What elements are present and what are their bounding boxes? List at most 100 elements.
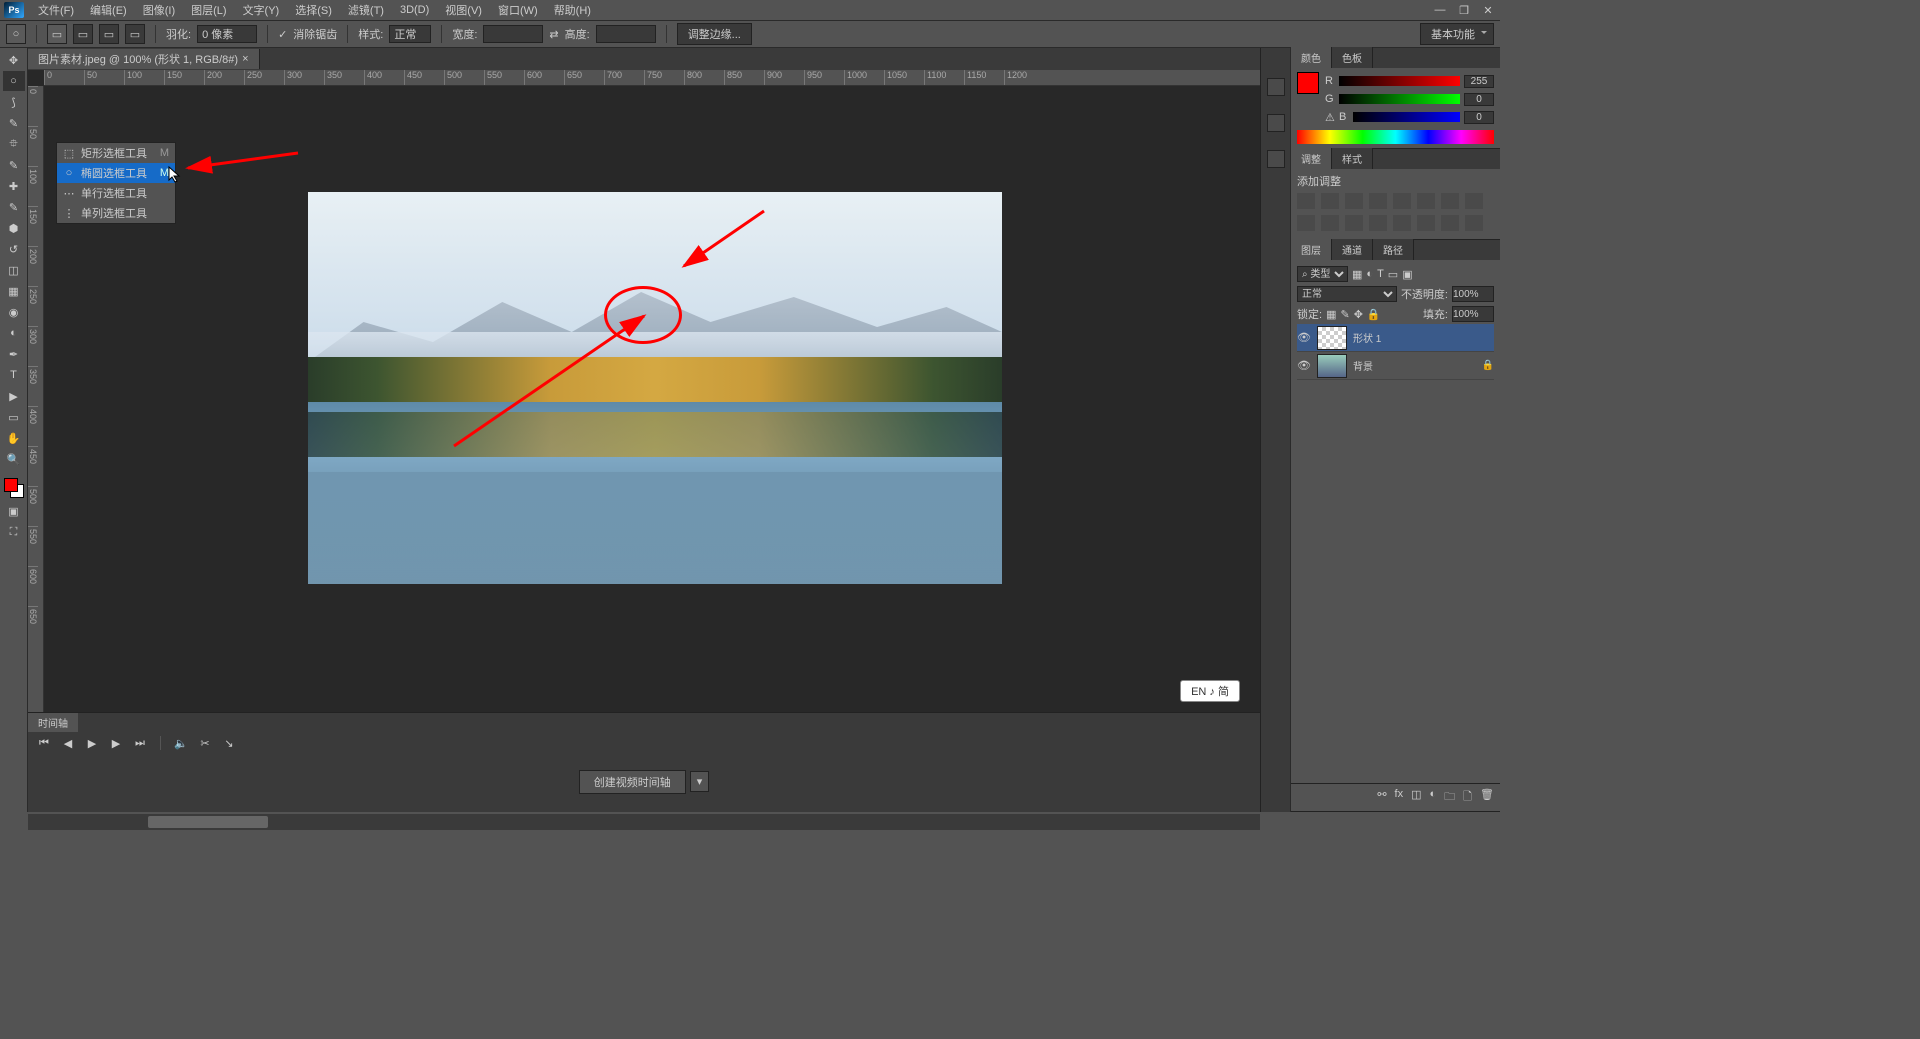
adj-brightness-icon[interactable] [1297,193,1315,209]
menu-view[interactable]: 视图(V) [437,0,490,20]
pen-tool[interactable]: ✒ [3,344,25,364]
refine-edge-button[interactable]: 调整边缘... [677,23,752,45]
ruler-vertical[interactable]: 050100150200250300350400450500550600650 [28,86,44,812]
swap-wh-icon[interactable]: ⇄ [549,28,558,41]
adj-hue-icon[interactable] [1417,193,1435,209]
horizontal-scrollbar[interactable] [28,814,1260,830]
blend-mode-select[interactable]: 正常 [1297,286,1397,302]
layer-name[interactable]: 形状 1 [1353,330,1494,345]
lock-trans-icon[interactable]: ▦ [1326,308,1336,321]
adj-selcolor-icon[interactable] [1441,215,1459,231]
marquee-tool[interactable]: ○ [3,71,25,91]
menu-3d[interactable]: 3D(D) [392,2,437,18]
adjustments-tab[interactable]: 调整 [1291,148,1332,169]
adj-invert-icon[interactable] [1345,215,1363,231]
dodge-tool[interactable]: ◐ [3,323,25,343]
g-slider[interactable] [1339,94,1460,104]
layer-row[interactable]: 👁 形状 1 [1297,324,1494,352]
flyout-row-marquee[interactable]: ⋯单行选框工具 [57,183,175,203]
layer-thumb[interactable] [1317,354,1347,378]
selection-subtract-icon[interactable]: ▭ [99,24,119,44]
transition-icon[interactable]: ↘ [221,736,237,750]
eraser-tool[interactable]: ◫ [3,260,25,280]
ime-indicator[interactable]: EN ♪ 简 [1180,680,1240,702]
adj-photo-icon[interactable] [1465,193,1483,209]
menu-window[interactable]: 窗口(W) [490,0,546,20]
workspace-switcher[interactable]: 基本功能 [1420,23,1494,45]
new-fill-icon[interactable]: ◐ [1430,788,1437,807]
adj-poster-icon[interactable] [1369,215,1387,231]
antialias-check-icon[interactable]: ✓ [278,28,287,41]
layer-fx-icon[interactable]: fx [1395,788,1404,807]
selection-add-icon[interactable]: ▭ [73,24,93,44]
g-value[interactable]: 0 [1464,93,1494,106]
layer-mask-icon[interactable]: ◫ [1411,788,1421,807]
history-brush-tool[interactable]: ↺ [3,239,25,259]
maximize-button[interactable]: ❐ [1452,1,1476,19]
color-tab[interactable]: 颜色 [1291,47,1332,68]
opacity-input[interactable] [1452,286,1494,302]
crop-tool[interactable]: ⯐ [3,134,25,154]
minimize-button[interactable]: — [1428,1,1452,19]
menu-image[interactable]: 图像(I) [135,0,183,20]
selection-intersect-icon[interactable]: ▭ [125,24,145,44]
create-timeline-button[interactable]: 创建视频时间轴 [579,770,686,794]
first-frame-icon[interactable]: ⏮ [36,736,52,750]
eyedropper-tool[interactable]: ✎ [3,155,25,175]
menu-help[interactable]: 帮助(H) [546,0,599,20]
adj-threshold-icon[interactable] [1393,215,1411,231]
adj-bw-icon[interactable] [1441,193,1459,209]
adj-curves-icon[interactable] [1345,193,1363,209]
character-stub-icon[interactable] [1267,150,1285,168]
flyout-col-marquee[interactable]: ⋮单列选框工具 [57,203,175,223]
r-slider[interactable] [1339,76,1460,86]
audio-icon[interactable]: 🔈 [173,736,189,750]
hand-tool[interactable]: ✋ [3,428,25,448]
adj-lookup-icon[interactable] [1321,215,1339,231]
lasso-tool[interactable]: ⟆ [3,92,25,112]
foreground-color[interactable] [4,478,18,492]
adj-exposure-icon[interactable] [1369,193,1387,209]
menu-type[interactable]: 文字(Y) [235,0,288,20]
layer-row[interactable]: 👁 背景 🔒 [1297,352,1494,380]
move-tool[interactable]: ✥ [3,50,25,70]
lock-pos-icon[interactable]: ✥ [1354,308,1363,321]
shape-tool[interactable]: ▭ [3,407,25,427]
adj-vibrance-icon[interactable] [1393,193,1411,209]
style-select[interactable]: 正常 [389,25,431,43]
new-group-icon[interactable]: 🗀 [1444,788,1455,807]
layer-thumb[interactable] [1317,326,1347,350]
play-icon[interactable]: ▶ [84,736,100,750]
link-layers-icon[interactable]: ⚯ [1377,788,1386,807]
ruler-horizontal[interactable]: 0501001502002503003504004505005506006507… [44,70,1260,86]
color-swatch[interactable] [1297,72,1319,94]
properties-stub-icon[interactable] [1267,114,1285,132]
layer-name[interactable]: 背景 [1353,358,1476,373]
fill-input[interactable] [1452,306,1494,322]
flyout-rect-marquee[interactable]: ⬚矩形选框工具M [57,143,175,163]
styles-tab[interactable]: 样式 [1332,148,1373,169]
close-button[interactable]: ✕ [1476,1,1500,19]
new-layer-icon[interactable]: 🗋 [1463,788,1472,807]
quickmask-tool[interactable]: ▣ [3,501,25,521]
r-value[interactable]: 255 [1464,75,1494,88]
filter-pixel-icon[interactable]: ▦ [1352,268,1362,281]
selection-new-icon[interactable]: ▭ [47,24,67,44]
adj-more-icon[interactable] [1465,215,1483,231]
adj-channel-icon[interactable] [1297,215,1315,231]
split-icon[interactable]: ✂ [197,736,213,750]
quick-select-tool[interactable]: ✎ [3,113,25,133]
heal-tool[interactable]: ✚ [3,176,25,196]
menu-edit[interactable]: 编辑(E) [82,0,135,20]
last-frame-icon[interactable]: ⏭ [132,736,148,750]
filter-adjust-icon[interactable]: ◐ [1366,268,1373,280]
color-spectrum[interactable] [1297,130,1494,144]
history-stub-icon[interactable] [1267,78,1285,96]
blur-tool[interactable]: ◉ [3,302,25,322]
tab-close-icon[interactable]: × [242,53,248,65]
prev-frame-icon[interactable]: ◀ [60,736,76,750]
tool-preset-icon[interactable]: ○ [6,24,26,44]
filter-smart-icon[interactable]: ▣ [1402,268,1412,281]
zoom-tool[interactable]: 🔍 [3,449,25,469]
filter-shape-icon[interactable]: ▭ [1388,268,1398,281]
